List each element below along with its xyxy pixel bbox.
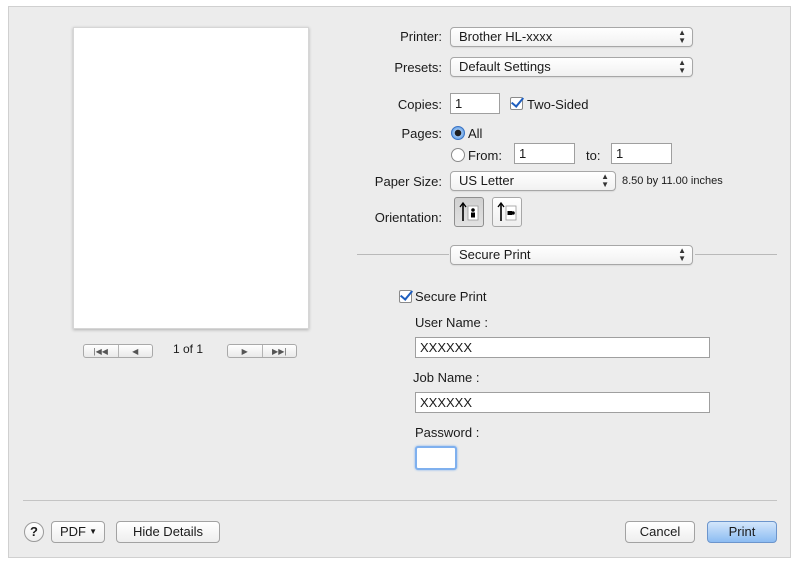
panel-select-value: Secure Print [459,247,531,262]
pdf-label: PDF [60,524,86,539]
pages-to-label: to: [586,148,601,163]
help-button[interactable]: ? [24,522,44,542]
popup-arrows-icon: ▲ ▼ [678,28,686,45]
preview-back-nav: |◀◀ ◀ [83,344,153,358]
pages-from-radio[interactable] [451,148,465,162]
printer-label: Printer: [400,29,442,44]
two-sided-checkbox[interactable] [510,97,523,110]
pages-from-label: From: [468,148,502,163]
copies-field[interactable]: 1 [450,93,500,114]
popup-arrows-icon: ▲ ▼ [678,246,686,263]
footer-separator [23,500,777,501]
page-preview [73,27,309,329]
job-name-field[interactable]: XXXXXX [415,392,710,413]
page-indicator: 1 of 1 [173,342,204,356]
paper-size-label: Paper Size: [374,174,442,189]
first-page-button[interactable]: |◀◀ [84,345,118,357]
job-name-label: Job Name : [413,370,480,385]
secure-print-checkbox[interactable] [399,290,412,303]
paper-size-value: US Letter [459,173,514,188]
landscape-orientation-button[interactable] [492,197,522,227]
landscape-icon [497,201,517,221]
user-name-field[interactable]: XXXXXX [415,337,710,358]
last-page-button[interactable]: ▶▶| [261,345,297,357]
next-page-icon: ▶ [241,346,248,356]
pages-to-field[interactable]: 1 [611,143,672,164]
popup-arrows-icon: ▲ ▼ [678,58,686,75]
portrait-orientation-button[interactable] [454,197,484,227]
chevron-down-icon: ▼ [89,527,97,536]
pages-label: Pages: [401,126,442,141]
paper-dimensions: 8.50 by 11.00 inches [622,175,723,187]
popup-arrows-icon: ▲ ▼ [601,172,609,189]
help-icon: ? [30,524,38,539]
next-page-button[interactable]: ▶ [228,345,262,357]
pages-all-label: All [468,126,483,141]
user-name-label: User Name : [415,315,488,330]
two-sided-label: Two-Sided [527,97,589,112]
password-field[interactable] [415,446,457,470]
printer-value: Brother HL-xxxx [459,29,553,44]
presets-value: Default Settings [459,59,551,74]
last-page-icon: ▶▶| [272,346,287,356]
pages-all-radio[interactable] [451,126,465,140]
printer-select[interactable]: Brother HL-xxxx ▲ ▼ [450,27,693,47]
presets-label: Presets: [394,60,442,75]
previous-page-icon: ◀ [132,346,139,356]
portrait-icon [459,201,479,221]
pages-from-field[interactable]: 1 [514,143,575,164]
hide-details-button[interactable]: Hide Details [116,521,220,543]
password-label: Password : [415,425,480,440]
secure-print-label: Secure Print [415,289,487,304]
separator-left [357,254,449,255]
copies-label: Copies: [397,97,442,112]
first-page-icon: |◀◀ [93,346,108,356]
presets-select[interactable]: Default Settings ▲ ▼ [450,57,693,77]
pdf-menu-button[interactable]: PDF ▼ [51,521,105,543]
print-dialog: |◀◀ ◀ 1 of 1 ▶ ▶▶| Printer: Brother HL-x… [8,6,791,558]
preview-forward-nav: ▶ ▶▶| [227,344,297,358]
panel-select[interactable]: Secure Print ▲ ▼ [450,245,693,265]
orientation-label: Orientation: [374,210,442,225]
paper-size-select[interactable]: US Letter ▲ ▼ [450,171,616,191]
print-button[interactable]: Print [707,521,777,543]
cancel-button[interactable]: Cancel [625,521,695,543]
previous-page-button[interactable]: ◀ [117,345,153,357]
separator-right [695,254,777,255]
